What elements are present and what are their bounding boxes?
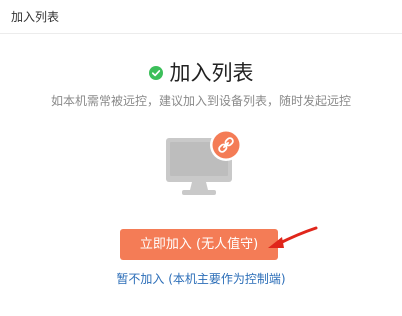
red-arrow-icon: [268, 226, 318, 248]
window-title: 加入列表: [11, 10, 60, 24]
title-bar: 加入列表: [0, 0, 402, 34]
dialog-heading: 加入列表: [169, 61, 254, 85]
join-now-button[interactable]: 立即加入 (无人值守): [120, 229, 278, 260]
link-icon: [210, 129, 242, 161]
monitor-illustration: [164, 128, 248, 200]
skip-join-link[interactable]: 暂不加入 (本机主要作为控制端): [0, 270, 402, 288]
heading-row: 加入列表: [0, 58, 402, 88]
dialog-subtitle: 如本机需常被远控，建议加入到设备列表，随时发起远控: [50, 94, 351, 108]
add-to-list-dialog: 加入列表 加入列表 如本机需常被远控，建议加入到设备列表，随时发起远控 立即加入…: [0, 0, 402, 316]
check-circle-icon: [148, 66, 163, 80]
monitor-icon: [166, 129, 242, 195]
